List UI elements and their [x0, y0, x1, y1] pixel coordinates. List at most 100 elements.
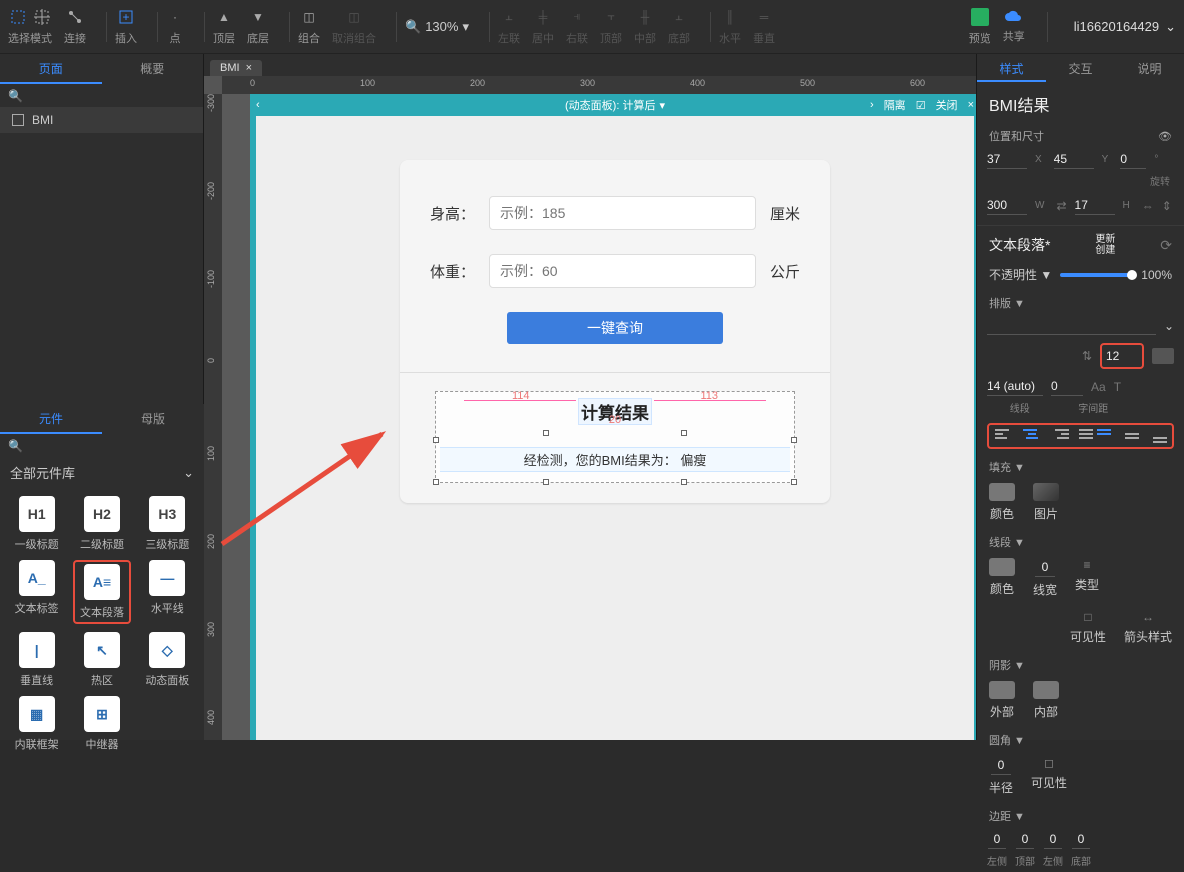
border-visibility-icon[interactable]: □ — [1084, 610, 1091, 624]
radius-toggle[interactable]: 圆角 ▼ — [989, 732, 1025, 748]
top-layer[interactable]: ▲顶层 — [213, 8, 235, 46]
user-menu[interactable]: li16620164429⌄ — [1074, 19, 1176, 35]
x-input[interactable] — [987, 150, 1027, 169]
flip-v-icon[interactable]: ⇕ — [1162, 199, 1172, 213]
close-panel-button[interactable]: 关闭 — [936, 97, 958, 113]
fill-image-swatch[interactable] — [1033, 483, 1059, 501]
search-icon[interactable]: 🔍 — [8, 439, 22, 453]
text-case-icon[interactable]: Aa — [1091, 380, 1106, 394]
lib-item-2[interactable]: H3三级标题 — [139, 496, 196, 552]
line-height-input[interactable] — [987, 377, 1043, 396]
letter-spacing-input[interactable] — [1051, 377, 1083, 396]
pad-top-input[interactable] — [1016, 830, 1034, 849]
insert-group[interactable]: + 插入 — [115, 8, 137, 46]
h-input[interactable] — [1075, 196, 1115, 215]
weight-input[interactable] — [489, 254, 756, 288]
close-icon[interactable]: × — [968, 99, 974, 111]
tab-components[interactable]: 元件 — [0, 404, 102, 434]
page-search-input[interactable] — [28, 88, 204, 103]
lib-search-input[interactable] — [28, 438, 204, 453]
canvas[interactable]: ‹ (动态面板): 计算后 ▾ › 隔离 ☑ 关闭 × 身高： 厘米 体重： — [222, 94, 976, 740]
shadow-inner-swatch[interactable] — [1033, 681, 1059, 699]
stroke-toggle[interactable]: 线段 ▼ — [989, 534, 1025, 550]
font-size-input[interactable] — [1106, 347, 1138, 365]
isolate-button[interactable]: 隔离 — [884, 97, 906, 113]
nav-prev-icon[interactable]: ‹ — [256, 99, 260, 111]
lib-item-4[interactable]: A≡文本段落 — [73, 560, 130, 624]
tab-interact[interactable]: 交互 — [1046, 54, 1115, 82]
tab-notes[interactable]: 说明 — [1115, 54, 1184, 82]
valign-top-btn[interactable] — [1097, 429, 1115, 443]
visibility-eye-icon[interactable]: 👁 — [1158, 130, 1172, 143]
align-left-btn[interactable] — [995, 429, 1013, 443]
lib-item-8[interactable]: ◇动态面板 — [139, 632, 196, 688]
tab-outline[interactable]: 概要 — [102, 54, 204, 84]
query-button[interactable]: 一键查询 — [507, 312, 723, 344]
radius-visibility-icon[interactable]: ◻ — [1044, 756, 1054, 770]
tab-pages[interactable]: 页面 — [0, 54, 102, 84]
font-weight-stepper[interactable]: ⇅ — [1082, 349, 1092, 363]
zoom-select[interactable]: 🔍130% ▾ — [405, 19, 469, 35]
fill-color-swatch[interactable] — [989, 483, 1015, 501]
align-right-btn[interactable] — [1051, 429, 1069, 443]
text-options-icon[interactable]: T — [1114, 380, 1121, 394]
font-family-select[interactable] — [987, 317, 1156, 335]
lock-aspect-icon[interactable]: ⇄ — [1056, 199, 1066, 213]
w-input[interactable] — [987, 196, 1027, 215]
connect-group[interactable]: 连接 — [64, 8, 86, 46]
select-rect-icon[interactable] — [9, 8, 27, 26]
preview-button[interactable]: 预览 — [969, 8, 991, 46]
radius-input[interactable] — [991, 756, 1011, 775]
isolate-check-icon[interactable]: ☑ — [916, 99, 926, 112]
arrow-style-icon[interactable]: ↔ — [1142, 610, 1154, 624]
lib-item-3[interactable]: A_文本标签 — [8, 560, 65, 624]
result-selection[interactable]: 114 113 计算结果 20 经检测，您的BMI结果为： 偏瘦 — [435, 391, 795, 483]
pad-left-input[interactable] — [988, 830, 1006, 849]
padding-toggle[interactable]: 边距 ▼ — [989, 808, 1025, 824]
opacity-slider[interactable] — [1060, 273, 1133, 277]
share-button[interactable]: 共享 — [1003, 10, 1025, 44]
select-mode-group[interactable]: 选择模式 — [8, 8, 52, 46]
group-btn[interactable]: ◫组合 — [298, 8, 320, 46]
shadow-toggle[interactable]: 阴影 ▼ — [989, 657, 1025, 673]
close-icon[interactable]: × — [246, 62, 252, 74]
nav-next-icon[interactable]: › — [870, 99, 874, 111]
stroke-type-icon[interactable]: ≡ — [1084, 558, 1091, 572]
select-crosshair-icon[interactable] — [33, 8, 51, 26]
lib-item-0[interactable]: H1一级标题 — [8, 496, 65, 552]
search-icon[interactable]: 🔍 — [8, 89, 22, 103]
fill-toggle[interactable]: 填充 ▼ — [989, 459, 1025, 475]
document-tab[interactable]: BMI× — [210, 60, 262, 76]
rotate-input[interactable] — [1120, 150, 1146, 169]
shadow-outer-swatch[interactable] — [989, 681, 1015, 699]
library-selector[interactable]: 全部元件库⌄ — [0, 457, 204, 488]
pad-bottom-input[interactable] — [1072, 830, 1090, 849]
chevron-down-icon[interactable]: ⌄ — [1164, 319, 1174, 333]
tab-masters[interactable]: 母版 — [102, 404, 204, 434]
bottom-layer[interactable]: ▼底层 — [247, 8, 269, 46]
lib-item-9[interactable]: ▦内联框架 — [8, 696, 65, 752]
valign-bottom-btn[interactable] — [1153, 429, 1171, 443]
element-name[interactable]: BMI结果 — [977, 82, 1184, 122]
typography-toggle[interactable]: 排版 ▼ — [989, 295, 1025, 311]
page-tree-item[interactable]: BMI — [0, 107, 203, 133]
flip-h-icon[interactable]: ⇔ — [1142, 199, 1154, 213]
text-style-icon[interactable]: ⟳ — [1160, 237, 1172, 254]
lib-item-1[interactable]: H2二级标题 — [73, 496, 130, 552]
stroke-width-input[interactable] — [1035, 558, 1055, 577]
align-justify-btn[interactable] — [1079, 429, 1097, 443]
valign-middle-btn[interactable] — [1125, 429, 1143, 443]
font-color-swatch[interactable] — [1152, 348, 1174, 364]
height-input[interactable] — [489, 196, 756, 230]
pad-right-input[interactable] — [1044, 830, 1062, 849]
lib-item-10[interactable]: ⊞中继器 — [73, 696, 130, 752]
lib-item-6[interactable]: |垂直线 — [8, 632, 65, 688]
align-center-btn[interactable] — [1023, 429, 1041, 443]
opacity-toggle[interactable]: 不透明性 ▼ — [989, 266, 1052, 283]
y-input[interactable] — [1054, 150, 1094, 169]
lib-item-5[interactable]: —水平线 — [139, 560, 196, 624]
stroke-color-swatch[interactable] — [989, 558, 1015, 576]
lib-item-7[interactable]: ↖热区 — [73, 632, 130, 688]
tab-style[interactable]: 样式 — [977, 54, 1046, 82]
point-group[interactable]: ·点 — [166, 8, 184, 46]
